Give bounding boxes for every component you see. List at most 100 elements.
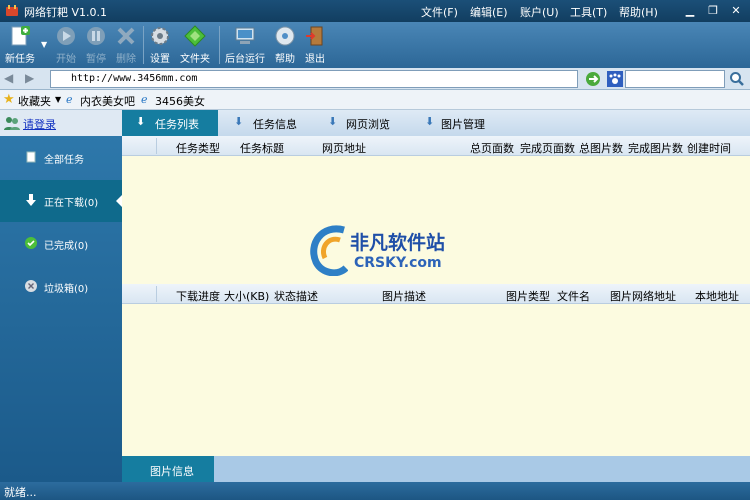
tab-label: 任务列表 xyxy=(155,118,199,131)
column-separator xyxy=(156,138,157,154)
down-arrow-icon: ⬇ xyxy=(136,115,146,128)
column-header[interactable]: 网页地址 xyxy=(322,140,366,156)
gear-icon xyxy=(151,27,169,45)
background-run-label: 后台运行 xyxy=(225,54,265,65)
new-task-dropdown-button[interactable]: ▼ xyxy=(39,22,49,68)
star-icon: ★ xyxy=(3,92,15,107)
trash-icon xyxy=(25,280,37,292)
tab-label: 图片信息 xyxy=(150,465,194,478)
crsky-watermark-logo: 非凡软件站 CRSKY.com xyxy=(308,222,445,278)
search-engine-paw-icon[interactable] xyxy=(607,71,623,87)
down-arrow-icon: ⬇ xyxy=(328,115,338,128)
column-header[interactable]: 图片网络地址 xyxy=(610,288,676,304)
address-bar: ◀ ▶ http://www.3456mm.com xyxy=(0,68,750,90)
chevron-down-icon[interactable]: ▼ xyxy=(55,95,61,104)
forward-arrow-icon[interactable]: ▶ xyxy=(25,71,34,85)
column-header[interactable]: 状态描述 xyxy=(274,288,318,304)
settings-button[interactable]: 设置 xyxy=(146,22,174,68)
delete-button[interactable]: 删除 xyxy=(112,22,140,68)
new-task-label: 新任务 xyxy=(5,54,35,65)
column-header[interactable]: 总图片数 xyxy=(579,140,623,156)
go-arrows-icon[interactable] xyxy=(585,71,601,87)
favorites-bar: ★ 收藏夹 ▼ ℯ 内衣美女吧 ℯ 3456美女 xyxy=(0,90,750,110)
column-header[interactable]: 完成页面数 xyxy=(520,140,575,156)
menu-help[interactable]: 帮助(H) xyxy=(619,4,658,20)
settings-label: 设置 xyxy=(150,54,170,65)
column-header[interactable]: 下载进度 xyxy=(176,288,220,304)
column-header[interactable]: 任务类型 xyxy=(176,140,220,156)
search-input[interactable] xyxy=(625,70,725,88)
chevron-down-icon: ▼ xyxy=(41,40,48,49)
minimize-icon[interactable]: ▁ xyxy=(680,3,700,19)
column-header[interactable]: 图片描述 xyxy=(382,288,426,304)
image-table[interactable]: 下载进度 大小(KB) 状态描述 图片描述 图片类型 文件名 图片网络地址 本地… xyxy=(122,284,750,456)
close-icon[interactable]: ✕ xyxy=(726,3,746,19)
favorites-menu[interactable]: 收藏夹 xyxy=(18,93,51,109)
column-header[interactable]: 大小(KB) xyxy=(224,288,269,304)
folder-button[interactable]: 文件夹 xyxy=(176,22,214,68)
new-task-icon xyxy=(11,26,30,46)
background-run-button[interactable]: 后台运行 xyxy=(222,22,268,68)
search-icon[interactable] xyxy=(729,71,745,87)
login-row: 请登录 xyxy=(0,110,122,136)
column-header[interactable]: 图片类型 xyxy=(506,288,550,304)
column-header[interactable]: 本地地址 xyxy=(695,288,739,304)
toolbar: 新任务 ▼ 开始 暂停 删除 设置 文件夹 后台运行 帮助 退出 xyxy=(0,22,750,68)
pause-icon xyxy=(87,27,105,45)
help-button[interactable]: 帮助 xyxy=(271,22,299,68)
menu-tools[interactable]: 工具(T) xyxy=(570,4,607,20)
maximize-icon[interactable]: ❐ xyxy=(703,3,723,19)
bottom-tab-bar: 图片信息 xyxy=(122,456,750,482)
image-table-header: 下载进度 大小(KB) 状态描述 图片描述 图片类型 文件名 图片网络地址 本地… xyxy=(122,284,750,304)
sidebar-item-trash[interactable]: 垃圾箱(0) xyxy=(0,266,122,308)
sidebar-item-downloading[interactable]: 正在下载(0) xyxy=(0,180,122,222)
ie-link-icon: ℯ xyxy=(66,93,73,106)
sidebar-item-all-tasks[interactable]: 全部任务 xyxy=(0,137,122,179)
menu-file[interactable]: 文件(F) xyxy=(421,4,458,20)
exit-button[interactable]: 退出 xyxy=(301,22,329,68)
watermark-en-text: CRSKY.com xyxy=(354,255,442,271)
checkmark-icon xyxy=(25,237,37,249)
title-bar: 网络钉耙 V1.0.1 文件(F) 编辑(E) 账户(U) 工具(T) 帮助(H… xyxy=(0,0,750,22)
status-text: 就绪... xyxy=(4,486,37,499)
column-header[interactable]: 完成图片数 xyxy=(628,140,683,156)
tab-task-info[interactable]: ⬇ 任务信息 xyxy=(230,110,314,136)
column-header[interactable]: 任务标题 xyxy=(240,140,284,156)
login-link[interactable]: 请登录 xyxy=(23,116,56,132)
start-label: 开始 xyxy=(56,54,76,65)
sidebar-item-label: 垃圾箱(0) xyxy=(44,284,89,295)
sidebar-item-completed[interactable]: 已完成(0) xyxy=(0,223,122,265)
column-header[interactable]: 创建时间 xyxy=(687,140,731,156)
sidebar: 请登录 全部任务 正在下载(0) 已完成(0) 垃圾箱(0) xyxy=(0,110,123,482)
exit-label: 退出 xyxy=(305,54,325,65)
back-arrow-icon[interactable]: ◀ xyxy=(4,71,13,85)
app-logo-icon xyxy=(6,5,18,16)
help-label: 帮助 xyxy=(275,54,295,65)
tab-label: 图片管理 xyxy=(441,118,485,131)
sidebar-item-label: 已完成(0) xyxy=(44,241,89,252)
tab-bar: ⬇ 任务列表 ⬇ 任务信息 ⬇ 网页浏览 ⬇ 图片管理 xyxy=(122,110,750,136)
menu-edit[interactable]: 编辑(E) xyxy=(470,4,508,20)
tab-task-list[interactable]: ⬇ 任务列表 xyxy=(122,110,218,136)
play-icon xyxy=(57,27,75,45)
task-table-header: 任务类型 任务标题 网页地址 总页面数 完成页面数 总图片数 完成图片数 创建时… xyxy=(122,136,750,156)
url-input[interactable]: http://www.3456mm.com xyxy=(50,70,578,88)
pause-label: 暂停 xyxy=(86,54,106,65)
tab-image-manage[interactable]: ⬇ 图片管理 xyxy=(421,110,511,136)
new-task-button[interactable]: 新任务 xyxy=(2,22,38,68)
start-button[interactable]: 开始 xyxy=(52,22,80,68)
tab-label: 任务信息 xyxy=(253,118,297,131)
down-arrow-icon: ⬇ xyxy=(425,115,435,128)
sidebar-item-label: 正在下载(0) xyxy=(44,198,99,209)
favorite-link[interactable]: 3456美女 xyxy=(155,93,205,109)
column-header[interactable]: 文件名 xyxy=(557,288,590,304)
menu-account[interactable]: 账户(U) xyxy=(520,4,559,20)
pause-button[interactable]: 暂停 xyxy=(82,22,110,68)
column-header[interactable]: 总页面数 xyxy=(470,140,514,156)
favorite-link[interactable]: 内衣美女吧 xyxy=(80,93,135,109)
ie-link-icon: ℯ xyxy=(141,93,148,106)
monitor-icon xyxy=(235,27,255,44)
tab-image-info[interactable]: 图片信息 xyxy=(122,456,214,482)
tab-web-browse[interactable]: ⬇ 网页浏览 xyxy=(324,110,408,136)
delete-label: 删除 xyxy=(116,54,136,65)
